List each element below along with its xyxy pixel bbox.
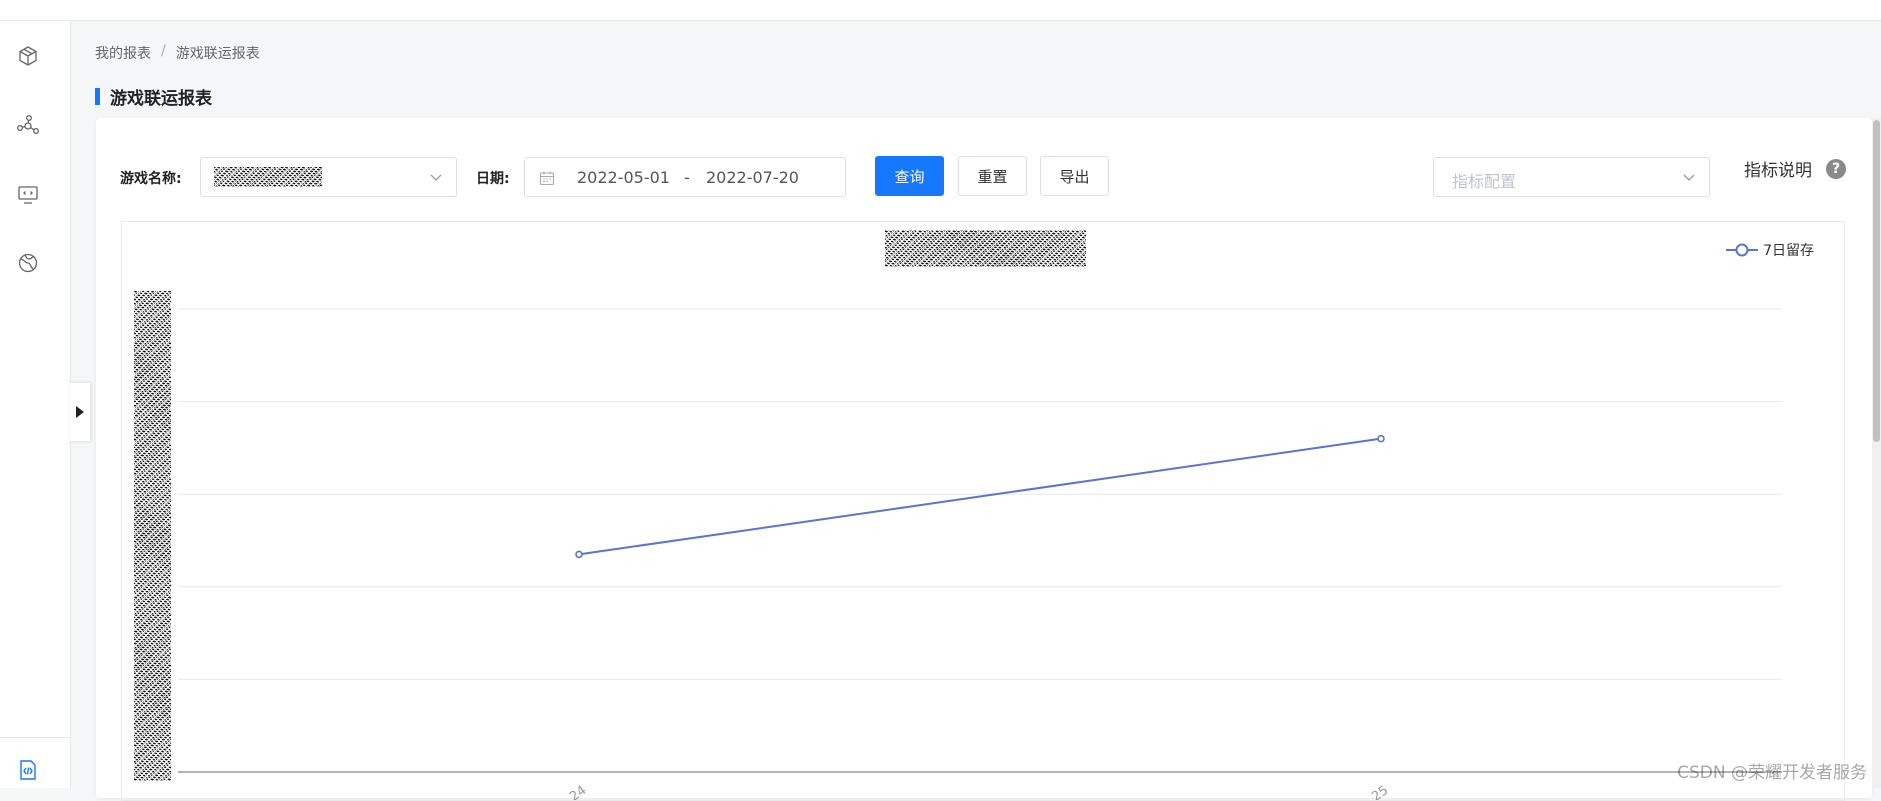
x-tick-label: …24 xyxy=(556,783,589,800)
date-label: 日期: xyxy=(476,171,510,187)
date-end-value[interactable]: 2022-07-20 xyxy=(706,168,799,187)
metric-config-select[interactable]: 指标配置 xyxy=(1433,157,1710,197)
data-point xyxy=(1377,434,1385,443)
monitor-code-icon[interactable] xyxy=(15,181,41,207)
page-title-text: 游戏联运报表 xyxy=(110,89,212,109)
cube-icon[interactable] xyxy=(15,43,41,69)
breadcrumb-current: 游戏联运报表 xyxy=(175,46,260,62)
calendar-icon xyxy=(539,171,555,186)
sidebar-expand-toggle[interactable] xyxy=(70,383,90,441)
breadcrumb-root[interactable]: 我的报表 xyxy=(95,43,151,63)
watermark: CSDN @荣耀开发者服务 xyxy=(1677,763,1867,783)
question-icon[interactable]: ? xyxy=(1826,158,1846,179)
sidebar xyxy=(0,21,71,788)
chevron-down-icon xyxy=(1683,174,1695,181)
scrollbar-thumb[interactable] xyxy=(1873,120,1880,442)
title-accent-bar xyxy=(95,88,100,105)
reset-button[interactable]: 重置 xyxy=(958,156,1027,196)
metric-help-label: 指标说明 xyxy=(1744,161,1812,181)
globe-icon[interactable] xyxy=(15,250,41,276)
series-line xyxy=(578,437,1382,556)
metric-help[interactable]: 指标说明 ? xyxy=(1744,156,1846,181)
data-point xyxy=(575,550,583,559)
metric-config-placeholder: 指标配置 xyxy=(1452,172,1517,191)
chart-container: 7日留存 …24 …25 xyxy=(121,221,1845,801)
share-nodes-icon[interactable] xyxy=(15,112,41,138)
breadcrumb: 我的报表 / 游戏联运报表 xyxy=(95,43,260,63)
export-button[interactable]: 导出 xyxy=(1040,156,1109,196)
code-file-icon[interactable] xyxy=(15,757,41,783)
query-button[interactable]: 查询 xyxy=(875,156,944,196)
date-separator: - xyxy=(684,168,690,187)
x-tick-label: …25 xyxy=(1358,783,1391,800)
page-scrollbar[interactable] xyxy=(1872,118,1881,788)
caret-right-icon xyxy=(76,406,84,418)
sidebar-divider xyxy=(0,737,70,738)
page-title: 游戏联运报表 xyxy=(95,84,212,109)
game-name-label: 游戏名称: xyxy=(120,171,182,187)
date-range-picker[interactable]: 2022-05-01 - 2022-07-20 xyxy=(524,157,846,197)
report-card: 游戏名称: 日期: 2022-05-01 - 2022-07-20 查询 重置 … xyxy=(96,118,1872,801)
date-start-value[interactable]: 2022-05-01 xyxy=(577,168,670,187)
game-name-select[interactable] xyxy=(200,157,457,197)
top-bar xyxy=(0,0,1881,21)
chevron-down-icon xyxy=(430,174,442,181)
breadcrumb-separator: / xyxy=(161,43,166,59)
redacted-game-name xyxy=(214,167,322,187)
line-chart: …24 …25 xyxy=(178,308,1782,800)
